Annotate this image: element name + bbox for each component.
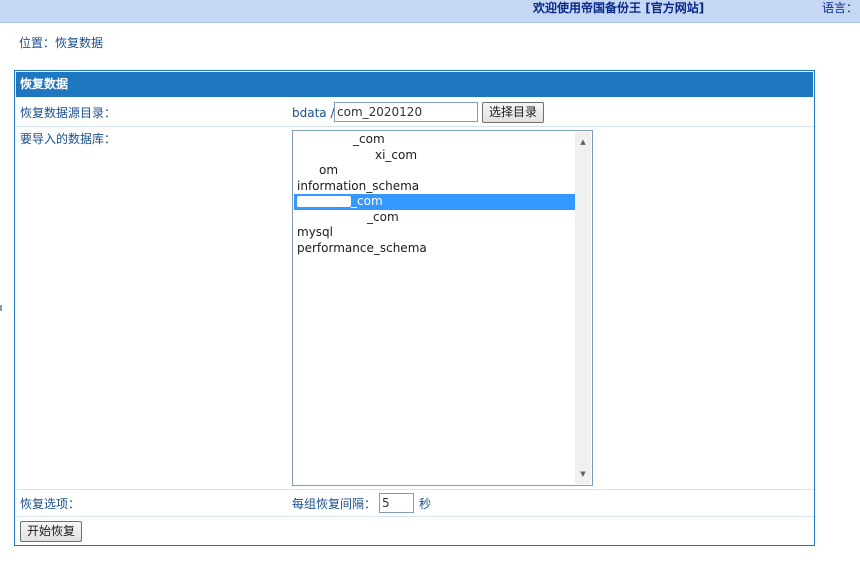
- official-site-link[interactable]: [官方网站]: [645, 1, 704, 15]
- scroll-down-icon[interactable]: ▼: [575, 466, 591, 482]
- database-listbox[interactable]: _com xi_com om information_schema _com _com my…: [292, 130, 593, 486]
- select-directory-button[interactable]: 选择目录: [482, 102, 545, 123]
- redacted-mask: [297, 134, 353, 145]
- start-restore-button[interactable]: 开始恢复: [20, 521, 83, 542]
- welcome-text: 欢迎使用帝国备份王: [533, 1, 642, 15]
- database-option-label: _com: [367, 209, 399, 224]
- listbox-scrollbar[interactable]: ▲ ▼: [575, 132, 591, 484]
- database-option-label: _com: [351, 194, 383, 208]
- database-option-label: _com: [353, 132, 385, 146]
- restore-panel: 恢复数据 恢复数据源目录： bdata / 选择目录 要导入的数据库： _com…: [14, 70, 815, 546]
- row-divider: [15, 516, 814, 517]
- edge-marker: [0, 305, 2, 311]
- database-option[interactable]: _com: [294, 210, 575, 226]
- database-option-label: mysql: [297, 225, 333, 239]
- language-label: 语言：: [822, 1, 859, 15]
- welcome-banner: 欢迎使用帝国备份王 [官方网站]: [533, 0, 704, 16]
- database-option[interactable]: _com: [294, 132, 575, 148]
- database-option[interactable]: mysql: [294, 225, 575, 241]
- redacted-mask: [297, 165, 319, 176]
- database-option[interactable]: performance_schema: [294, 241, 575, 257]
- database-option-label: om: [319, 163, 339, 177]
- scroll-up-icon[interactable]: ▲: [575, 134, 591, 150]
- database-option[interactable]: xi_com: [294, 148, 575, 164]
- redacted-mask: [297, 211, 367, 223]
- database-option[interactable]: om: [294, 163, 575, 179]
- database-option-label: information_schema: [297, 178, 420, 193]
- database-list-label: 要导入的数据库：: [20, 132, 117, 146]
- top-bar: 欢迎使用帝国备份王 [官方网站] 语言：: [0, 0, 860, 23]
- database-option[interactable]: _com: [294, 194, 575, 210]
- database-options: _com xi_com om information_schema _com _com my…: [294, 132, 575, 484]
- source-dir-input[interactable]: [334, 102, 478, 122]
- redacted-mask: [297, 196, 351, 207]
- source-dir-prefix: bdata /: [292, 106, 335, 120]
- source-dir-label: 恢复数据源目录：: [20, 106, 117, 120]
- interval-unit: 秒: [419, 497, 432, 511]
- panel-title: 恢复数据: [16, 72, 813, 97]
- breadcrumb: 位置：恢复数据: [19, 36, 104, 50]
- redacted-mask: [297, 149, 375, 161]
- interval-label: 每组恢复间隔：: [292, 497, 377, 511]
- restore-options-label: 恢复选项：: [20, 497, 81, 511]
- database-option-label: xi_com: [375, 147, 418, 162]
- row-divider: [15, 489, 814, 490]
- database-option-label: performance_schema: [297, 240, 427, 255]
- row-divider: [15, 126, 814, 127]
- interval-input[interactable]: [379, 493, 414, 513]
- database-option[interactable]: information_schema: [294, 179, 575, 195]
